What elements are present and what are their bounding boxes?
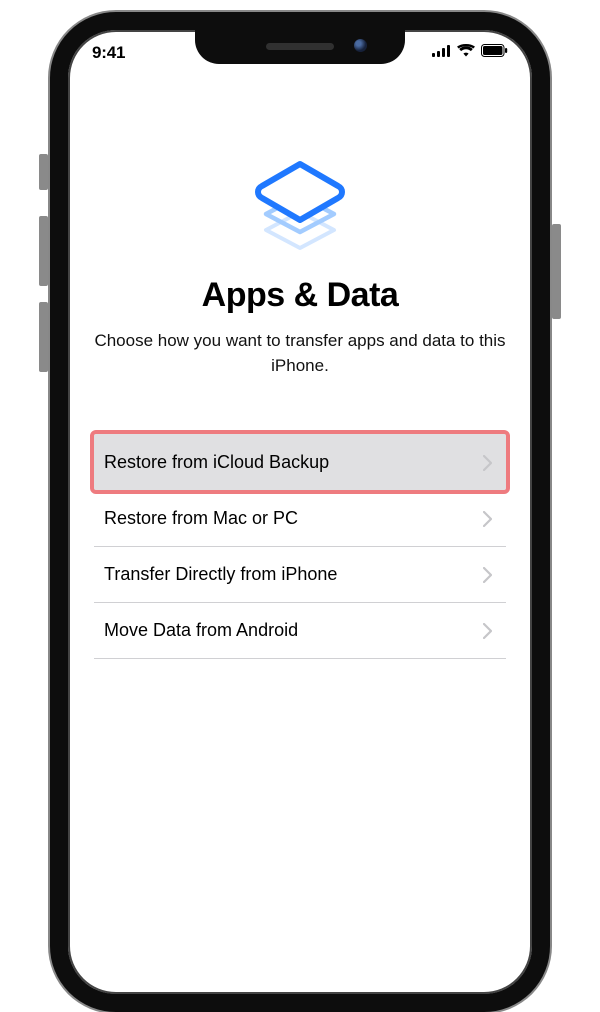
option-transfer-iphone[interactable]: Transfer Directly from iPhone	[94, 546, 506, 602]
chevron-right-icon	[483, 511, 492, 527]
chevron-right-icon	[483, 623, 492, 639]
option-label: Move Data from Android	[104, 620, 298, 641]
volume-down-button[interactable]	[39, 302, 48, 372]
option-label: Transfer Directly from iPhone	[104, 564, 337, 585]
option-label: Restore from Mac or PC	[104, 508, 298, 529]
chevron-right-icon	[483, 455, 492, 471]
apps-data-icon	[94, 158, 506, 254]
volume-up-button[interactable]	[39, 216, 48, 286]
option-label: Restore from iCloud Backup	[104, 452, 329, 473]
apps-and-data-screen: Apps & Data Choose how you want to trans…	[68, 80, 532, 659]
option-restore-mac-pc[interactable]: Restore from Mac or PC	[94, 490, 506, 546]
iphone-frame: 9:41 Apps & Data Choose how yo	[50, 12, 550, 1012]
option-move-android[interactable]: Move Data from Android	[94, 602, 506, 659]
options-list: Restore from iCloud Backup Restore from …	[94, 434, 506, 659]
page-subtitle: Choose how you want to transfer apps and…	[94, 329, 506, 378]
option-restore-icloud[interactable]: Restore from iCloud Backup	[94, 434, 506, 490]
chevron-right-icon	[483, 567, 492, 583]
silence-switch[interactable]	[39, 154, 48, 190]
status-time: 9:41	[92, 43, 125, 63]
page-title: Apps & Data	[94, 276, 506, 315]
status-indicators	[432, 44, 508, 62]
wifi-icon	[457, 44, 475, 62]
battery-icon	[481, 44, 508, 62]
power-button[interactable]	[552, 224, 561, 319]
status-bar: 9:41	[68, 38, 532, 68]
cellular-signal-icon	[432, 44, 451, 62]
